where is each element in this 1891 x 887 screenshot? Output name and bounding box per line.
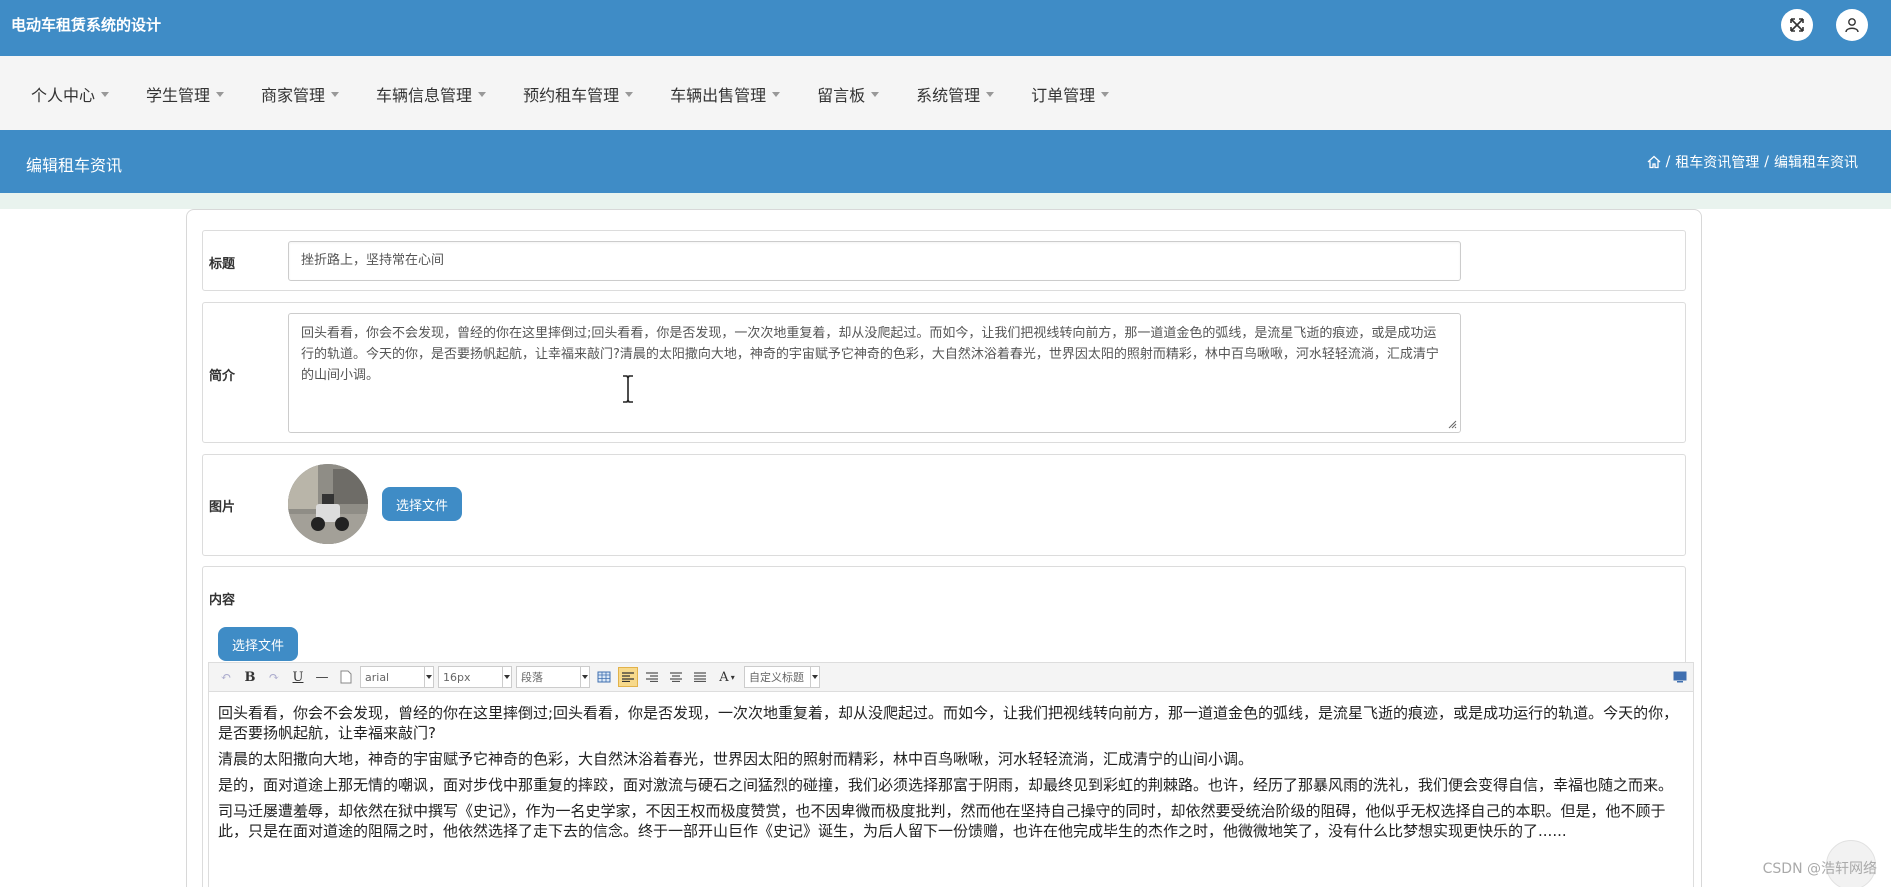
menu-item-message-board[interactable]: 留言板 <box>817 82 880 106</box>
font-family-value: arial <box>365 670 390 684</box>
summary-text: 回头看看，你会不会发现，曾经的你在这里摔倒过;回头看看，你是否发现，一次次地重复… <box>301 326 1439 383</box>
chevron-down-icon <box>502 667 511 687</box>
align-left-icon[interactable] <box>618 667 638 687</box>
main-menu: 个人中心 学生管理 商家管理 车辆信息管理 预约租车管理 车辆出售管理 留言板 … <box>19 82 1134 106</box>
page-title: 编辑租车资讯 <box>26 156 123 175</box>
resize-grip-icon[interactable] <box>1447 419 1457 429</box>
content-label: 内容 <box>209 593 236 608</box>
align-right-icon[interactable] <box>642 667 662 687</box>
chevron-down-icon <box>1101 91 1110 97</box>
menu-item-label: 系统管理 <box>916 86 981 105</box>
editor-paragraph: 司马迁屡遭羞辱，却依然在狱中撰写《史记》，作为一名史学家，不因王权而极度赞赏，也… <box>218 802 1666 840</box>
watermark: CSDN @浩轩网络 <box>1762 861 1877 877</box>
home-icon[interactable] <box>1647 155 1661 169</box>
breadcrumb-item-news-management[interactable]: 租车资讯管理 <box>1675 152 1759 172</box>
paragraph-select[interactable]: 段落 <box>516 666 590 688</box>
page-header-bar: 编辑租车资讯 / 租车资讯管理 / 编辑租车资讯 <box>0 130 1891 193</box>
top-bar: 电动车租赁系统的设计 <box>0 0 1891 56</box>
align-center-icon[interactable] <box>666 667 686 687</box>
editor-toolbar: ↶ B ↷ U — arial 16px 段落 A ▾ 自定义标题 <box>208 662 1694 692</box>
menu-item-label: 学生管理 <box>146 86 211 105</box>
align-justify-icon[interactable] <box>690 667 710 687</box>
bold-icon[interactable]: B <box>240 667 260 687</box>
summary-label: 简介 <box>209 369 236 384</box>
menu-item-reservations[interactable]: 预约租车管理 <box>523 82 634 106</box>
font-size-select[interactable]: 16px <box>438 666 512 688</box>
main-menu-bar: 个人中心 学生管理 商家管理 车辆信息管理 预约租车管理 车辆出售管理 留言板 … <box>0 56 1891 130</box>
editor-paragraph: 是的，面对道途上那无情的嘲讽，面对步伐中那重复的摔跤，面对激流与硬石之间猛烈的碰… <box>218 776 1674 794</box>
menu-item-system[interactable]: 系统管理 <box>916 82 995 106</box>
chevron-down-icon <box>871 91 880 97</box>
chevron-down-icon <box>424 667 433 687</box>
chevron-down-icon <box>986 91 995 97</box>
app-title: 电动车租赁系统的设计 <box>11 16 162 34</box>
breadcrumb-item-current: 编辑租车资讯 <box>1774 155 1858 171</box>
menu-item-vehicle-info[interactable]: 车辆信息管理 <box>376 82 487 106</box>
underline-icon[interactable]: U <box>288 667 308 687</box>
title-input[interactable]: 挫折路上，坚持常在心间 <box>288 241 1461 281</box>
chevron-down-icon <box>580 667 589 687</box>
redo-icon[interactable]: ↷ <box>264 667 284 687</box>
menu-item-label: 车辆信息管理 <box>376 86 473 105</box>
table-icon[interactable] <box>594 667 614 687</box>
preview-icon[interactable] <box>1673 668 1687 687</box>
menu-item-label: 订单管理 <box>1031 86 1096 105</box>
menu-item-label: 留言板 <box>817 86 866 105</box>
menu-item-label: 车辆出售管理 <box>670 86 767 105</box>
choose-content-file-button[interactable]: 选择文件 <box>218 627 298 661</box>
menu-item-label: 个人中心 <box>31 86 96 105</box>
font-family-select[interactable]: arial <box>360 666 434 688</box>
page-icon[interactable] <box>336 667 356 687</box>
chevron-down-icon <box>625 91 634 97</box>
image-label: 图片 <box>209 500 236 515</box>
custom-title-select[interactable]: 自定义标题 <box>744 666 820 688</box>
undo-icon[interactable]: ↶ <box>216 667 236 687</box>
chevron-down-icon <box>810 667 819 687</box>
custom-title-value: 自定义标题 <box>749 671 804 684</box>
chevron-down-icon <box>478 91 487 97</box>
rich-text-editor[interactable]: 回头看看，你会不会发现，曾经的你在这里摔倒过;回头看看，你是否发现，一次次地重复… <box>208 692 1694 887</box>
menu-item-merchants[interactable]: 商家管理 <box>261 82 340 106</box>
user-icon[interactable] <box>1836 9 1868 41</box>
chevron-down-icon <box>101 91 110 97</box>
menu-item-personal-center[interactable]: 个人中心 <box>31 82 110 106</box>
menu-item-orders[interactable]: 订单管理 <box>1031 82 1110 106</box>
menu-item-vehicle-sales[interactable]: 车辆出售管理 <box>670 82 781 106</box>
menu-item-students[interactable]: 学生管理 <box>146 82 225 106</box>
editor-paragraph: 回头看看，你会不会发现，曾经的你在这里摔倒过;回头看看，你是否发现，一次次地重复… <box>218 704 1679 742</box>
menu-item-label: 商家管理 <box>261 86 326 105</box>
font-size-value: 16px <box>443 670 471 684</box>
breadcrumb-separator: / <box>1665 154 1671 170</box>
paragraph-value: 段落 <box>521 671 543 684</box>
header-strip <box>0 193 1891 209</box>
summary-textarea[interactable]: 回头看看，你会不会发现，曾经的你在这里摔倒过;回头看看，你是否发现，一次次地重复… <box>288 313 1461 433</box>
font-color-icon[interactable]: A ▾ <box>714 667 740 687</box>
horizontal-rule-icon[interactable]: — <box>312 667 332 687</box>
breadcrumb: / 租车资讯管理 / 编辑租车资讯 <box>1647 152 1858 172</box>
chevron-down-icon <box>216 91 225 97</box>
text-cursor-icon <box>623 375 633 403</box>
fullscreen-icon[interactable] <box>1781 9 1813 41</box>
choose-image-file-button[interactable]: 选择文件 <box>382 487 462 521</box>
menu-item-label: 预约租车管理 <box>523 86 620 105</box>
title-label: 标题 <box>209 257 236 272</box>
chevron-down-icon <box>772 91 781 97</box>
chevron-down-icon <box>331 91 340 97</box>
breadcrumb-separator: / <box>1764 154 1769 170</box>
uploaded-image-thumbnail <box>288 464 368 544</box>
editor-paragraph: 清晨的太阳撒向大地，神奇的宇宙赋予它神奇的色彩，大自然沐浴着春光，世界因太阳的照… <box>218 750 1254 768</box>
